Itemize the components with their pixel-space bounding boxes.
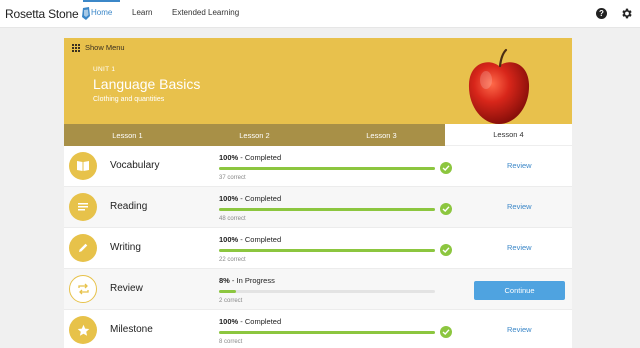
tab-lesson-1[interactable]: Lesson 1 (64, 124, 191, 146)
star-icon (69, 316, 97, 344)
tab-lesson-2[interactable]: Lesson 2 (191, 124, 318, 146)
repeat-arrows-icon (69, 275, 97, 303)
activity-title: Writing (110, 242, 141, 253)
review-link[interactable]: Review (507, 243, 532, 252)
progress-fill (219, 249, 435, 252)
pencil-icon (69, 234, 97, 262)
logo-text: Rosetta Stone (5, 7, 79, 21)
nav-tab-extended-learning[interactable]: Extended Learning (172, 0, 239, 28)
progress-bar (219, 167, 435, 170)
book-icon (69, 152, 97, 180)
activity-title: Review (110, 283, 143, 294)
unit-subtitle: Clothing and quantities (93, 96, 165, 103)
correct-count: 48 correct (219, 216, 246, 222)
activity-status: 8% - In Progress (219, 276, 275, 285)
activity-status: 100% - Completed (219, 194, 282, 203)
unit-label: UNIT 1 (93, 66, 116, 73)
lesson-tabs: Lesson 1 Lesson 2 Lesson 3 Lesson 4 (64, 124, 572, 146)
tab-lesson-4[interactable]: Lesson 4 (445, 124, 572, 146)
rosetta-stone-logo[interactable]: Rosetta Stone (5, 6, 91, 22)
nav-tab-learn[interactable]: Learn (132, 0, 152, 28)
activity-row-review: Review 8% - In Progress 2 correct Contin… (64, 269, 572, 310)
progress-bar (219, 331, 435, 334)
activity-row-writing: Writing 100% - Completed 22 correct Revi… (64, 228, 572, 269)
check-icon (440, 162, 452, 174)
progress-fill (219, 208, 435, 211)
top-navigation: Rosetta Stone Home Learn Extended Learni… (0, 0, 640, 28)
help-icon[interactable]: ? (596, 8, 607, 19)
apple-image (468, 48, 530, 124)
correct-count: 8 correct (219, 339, 243, 345)
show-menu-button[interactable]: Show Menu (72, 43, 125, 52)
check-icon (440, 203, 452, 215)
correct-count: 22 correct (219, 257, 246, 263)
grid-icon (72, 43, 80, 52)
unit-panel: Show Menu UNIT 1 Language Basics Clothin… (64, 38, 572, 348)
activity-list: Vocabulary 100% - Completed 37 correct R… (64, 146, 572, 348)
activity-title: Vocabulary (110, 160, 160, 171)
activity-row-milestone: Milestone 100% - Completed 8 correct Rev… (64, 310, 572, 348)
progress-bar (219, 290, 435, 293)
check-icon (440, 326, 452, 338)
tab-lesson-3[interactable]: Lesson 3 (318, 124, 445, 146)
unit-banner: Show Menu UNIT 1 Language Basics Clothin… (64, 38, 572, 124)
progress-fill (219, 331, 435, 334)
activity-row-vocabulary: Vocabulary 100% - Completed 37 correct R… (64, 146, 572, 187)
progress-fill (219, 290, 237, 293)
review-link[interactable]: Review (507, 161, 532, 170)
activity-title: Milestone (110, 324, 153, 335)
gear-icon[interactable] (620, 7, 633, 20)
activity-status: 100% - Completed (219, 317, 282, 326)
logo-mark-icon (82, 7, 91, 20)
correct-count: 2 correct (219, 298, 243, 304)
review-link[interactable]: Review (507, 202, 532, 211)
activity-row-reading: Reading 100% - Completed 48 correct Revi… (64, 187, 572, 228)
show-menu-label: Show Menu (85, 43, 125, 52)
nav-tab-home[interactable]: Home (82, 0, 121, 28)
progress-bar (219, 208, 435, 211)
activity-status: 100% - Completed (219, 153, 282, 162)
activity-title: Reading (110, 201, 148, 212)
progress-fill (219, 167, 435, 170)
review-link[interactable]: Review (507, 325, 532, 334)
document-lines-icon (69, 193, 97, 221)
check-icon (440, 244, 452, 256)
unit-title: Language Basics (93, 76, 201, 92)
correct-count: 37 correct (219, 175, 246, 181)
continue-button[interactable]: Continue (474, 281, 565, 300)
activity-status: 100% - Completed (219, 235, 282, 244)
progress-bar (219, 249, 435, 252)
